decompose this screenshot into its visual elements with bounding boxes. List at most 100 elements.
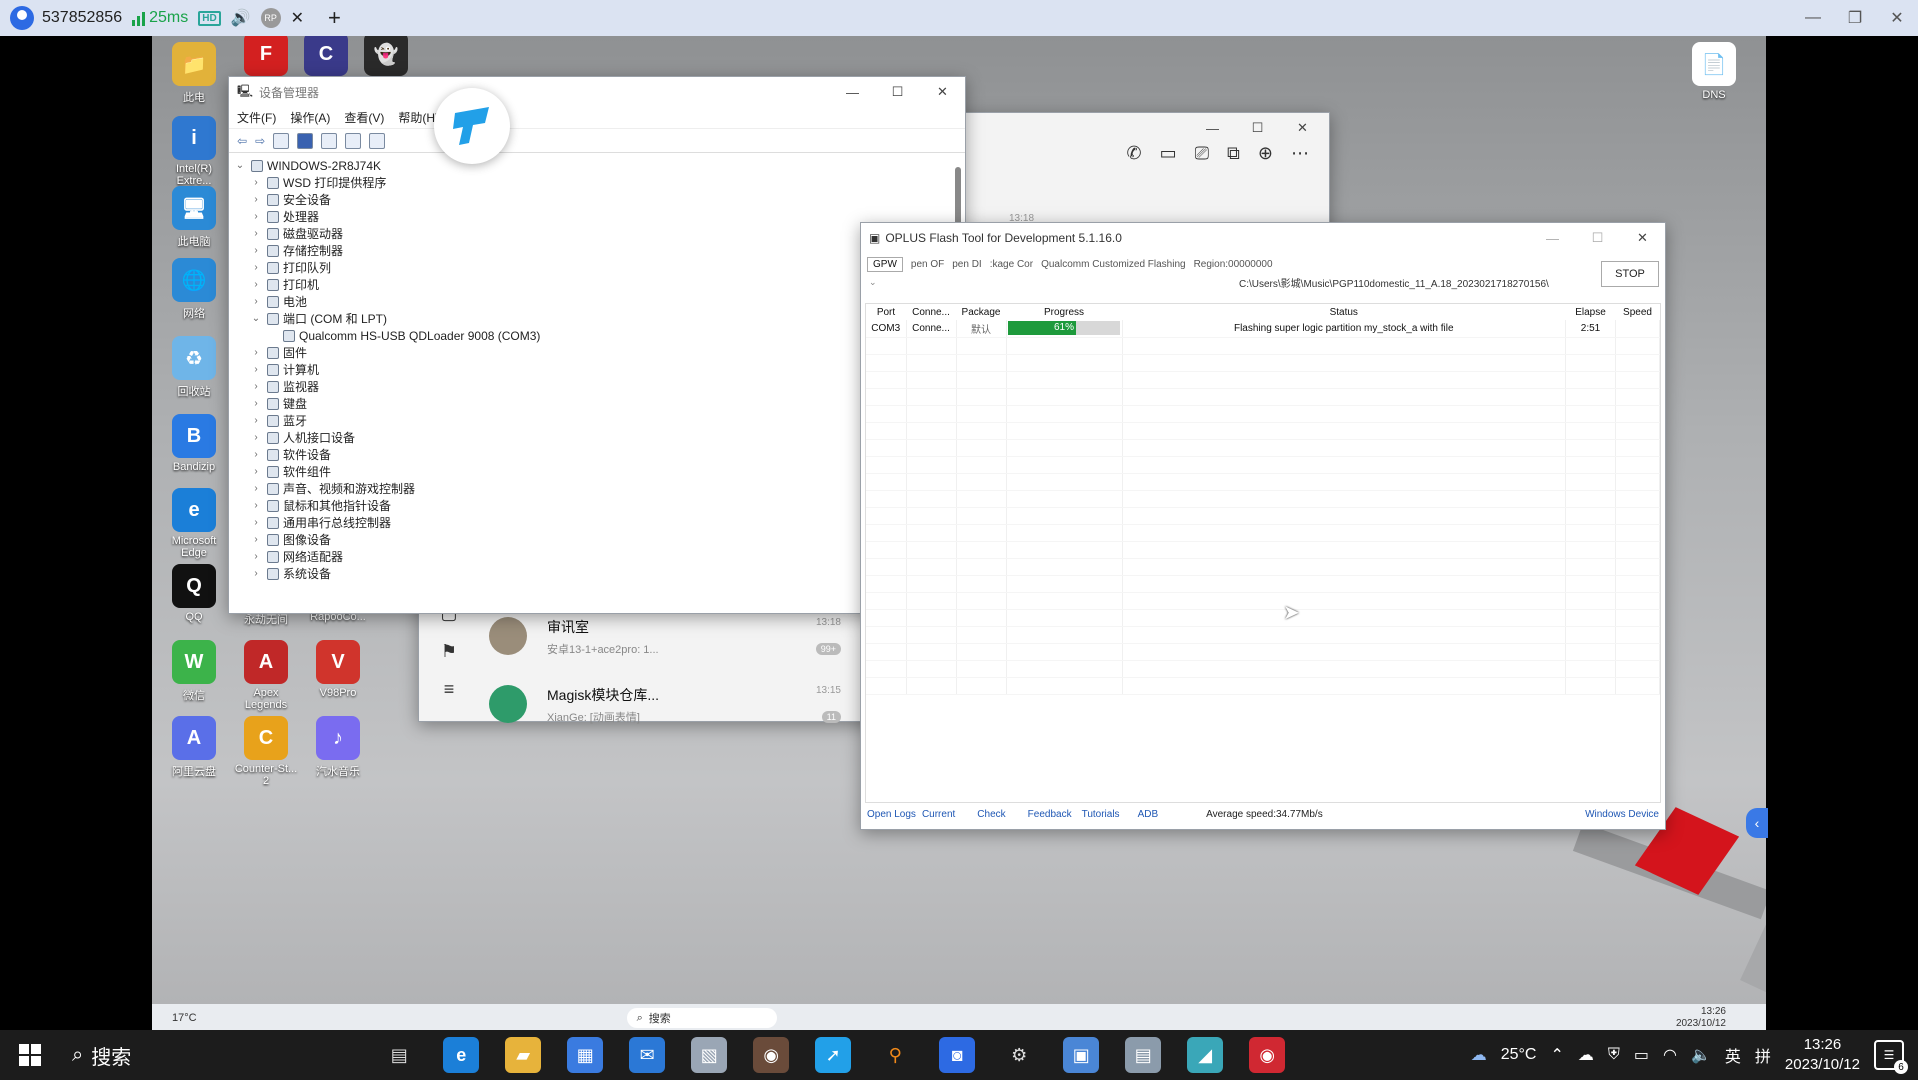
update-driver-icon[interactable] <box>345 132 362 149</box>
chevron-right-icon[interactable]: › <box>249 398 263 409</box>
floating-app-icon[interactable] <box>434 88 510 164</box>
tree-item[interactable]: › 软件组件 <box>233 463 949 480</box>
chevron-right-icon[interactable]: › <box>249 177 263 188</box>
side-collapse-tab[interactable]: ‹ <box>1746 808 1768 838</box>
check-link[interactable]: Check <box>977 809 1005 825</box>
col-speed[interactable]: Speed <box>1616 304 1660 320</box>
add-tab-button[interactable]: + <box>328 5 341 31</box>
table-row[interactable] <box>866 456 1660 474</box>
table-row[interactable] <box>866 490 1660 508</box>
weather-icon[interactable]: ☁ <box>1471 1045 1487 1065</box>
tree-item[interactable]: › 键盘 <box>233 395 949 412</box>
remote-weather[interactable]: 17°C <box>172 1012 197 1024</box>
phone-icon[interactable]: ✆ <box>1127 143 1142 164</box>
audio-toggle[interactable]: 🔊 <box>231 8 251 28</box>
feedback-link[interactable]: Feedback <box>1028 809 1072 825</box>
start-button[interactable] <box>0 1030 60 1080</box>
tree-root[interactable]: ⌄ WINDOWS-2R8J74K <box>233 157 949 174</box>
restore-button[interactable]: ❐ <box>1834 0 1876 36</box>
table-row[interactable] <box>866 626 1660 644</box>
table-row[interactable] <box>866 558 1660 576</box>
table-row[interactable] <box>866 473 1660 491</box>
close-session-button[interactable]: ✕ <box>291 8 304 28</box>
tree-item[interactable]: › 存储控制器 <box>233 242 949 259</box>
desktop-icon[interactable]: 📄 DNS <box>1680 42 1748 101</box>
screen-share-icon[interactable]: ⎚ <box>1195 143 1209 164</box>
rp-button[interactable]: RP <box>260 8 281 28</box>
chevron-right-icon[interactable]: › <box>249 262 263 273</box>
app-icon[interactable]: ◉ <box>753 1037 790 1073</box>
battery-icon[interactable]: ▭ <box>1634 1045 1649 1065</box>
volume-icon[interactable]: 🔈 <box>1691 1045 1711 1065</box>
chevron-right-icon[interactable]: › <box>249 296 263 307</box>
chevron-right-icon[interactable]: › <box>249 500 263 511</box>
tutorials-link[interactable]: Tutorials <box>1082 809 1120 825</box>
tree-item[interactable]: › 打印队列 <box>233 259 949 276</box>
desktop-icon[interactable]: A 阿里云盘 <box>160 716 228 779</box>
video-icon[interactable]: ▭ <box>1160 143 1177 164</box>
help-icon[interactable] <box>297 132 314 149</box>
back-icon[interactable]: ⇦ <box>237 134 247 148</box>
table-row[interactable] <box>866 524 1660 542</box>
properties-icon[interactable] <box>273 132 290 149</box>
desktop-icon[interactable]: ♪ 汽水音乐 <box>304 716 372 779</box>
table-row[interactable] <box>866 405 1660 423</box>
tree-item[interactable]: › 网络适配器 <box>233 548 949 565</box>
chevron-right-icon[interactable]: › <box>249 449 263 460</box>
desktop-icon[interactable]: 🖥 此电脑 <box>160 186 228 249</box>
table-row[interactable] <box>866 643 1660 661</box>
dropdown-chevron-icon[interactable]: ⌄ <box>869 277 877 288</box>
maximize-button[interactable]: ☐ <box>875 77 920 107</box>
security-icon[interactable]: ⛨ <box>1608 1046 1620 1064</box>
chevron-right-icon[interactable]: › <box>249 211 263 222</box>
hd-toggle[interactable]: HD <box>198 10 221 26</box>
tree-item[interactable]: › 声音、视频和游戏控制器 <box>233 480 949 497</box>
table-row[interactable] <box>866 575 1660 593</box>
tree-item[interactable]: › 鼠标和其他指针设备 <box>233 497 949 514</box>
tree-item[interactable]: › 通用串行总线控制器 <box>233 514 949 531</box>
tree-item[interactable]: › WSD 打印提供程序 <box>233 174 949 191</box>
clock[interactable]: 13:26 2023/10/12 <box>1785 1035 1860 1075</box>
forward-icon[interactable]: ⇨ <box>255 134 265 148</box>
table-row[interactable] <box>866 660 1660 678</box>
tree-item[interactable]: › 处理器 <box>233 208 949 225</box>
tree-item[interactable]: ⌄ 端口 (COM 和 LPT) <box>233 310 949 327</box>
desktop-icon[interactable]: C Counter-St... 2 <box>232 716 300 787</box>
tree-item[interactable]: › 磁盘驱动器 <box>233 225 949 242</box>
onedrive-icon[interactable]: ☁ <box>1578 1045 1594 1065</box>
chat-list-item[interactable]: Magisk模块仓库... XianGe: [动画表情] 13:15 11 <box>419 671 859 739</box>
windows-device-link[interactable]: Windows Device <box>1585 809 1659 825</box>
table-row[interactable] <box>866 422 1660 440</box>
chevron-right-icon[interactable]: › <box>249 364 263 375</box>
menu-view[interactable]: 查看(V) <box>344 109 384 126</box>
remote-desktop-icon[interactable]: ▣ <box>1063 1037 1100 1073</box>
tab-gpw[interactable]: GPW <box>867 256 903 272</box>
close-button[interactable]: ✕ <box>1620 223 1665 253</box>
chevron-right-icon[interactable]: › <box>249 534 263 545</box>
session-id[interactable]: 537852856 <box>10 6 122 30</box>
table-row[interactable] <box>866 609 1660 627</box>
settings-icon[interactable]: ⚙ <box>1001 1037 1037 1073</box>
wifi-icon[interactable]: ◠ <box>1663 1045 1677 1065</box>
store-icon[interactable]: ▦ <box>567 1037 604 1073</box>
menu-action[interactable]: 操作(A) <box>290 109 330 126</box>
table-row[interactable] <box>866 507 1660 525</box>
recorder-icon[interactable]: ◉ <box>1249 1037 1286 1073</box>
col-elapse[interactable]: Elapse <box>1566 304 1616 320</box>
desktop-icon[interactable]: Q QQ <box>160 564 228 623</box>
taskbar-search[interactable]: ⌕ 搜索 <box>72 1041 131 1070</box>
col-status[interactable]: Status <box>1122 304 1566 320</box>
chevron-right-icon[interactable]: › <box>249 194 263 205</box>
file-explorer-icon[interactable]: ▰ <box>505 1037 542 1073</box>
mail-icon[interactable]: ✉ <box>629 1037 666 1073</box>
minimize-button[interactable]: — <box>1530 223 1575 253</box>
adb-link[interactable]: ADB <box>1138 809 1159 825</box>
table-row[interactable] <box>866 541 1660 559</box>
chevron-right-icon[interactable]: › <box>249 228 263 239</box>
chevron-right-icon[interactable]: › <box>249 381 263 392</box>
desktop-icon[interactable]: 🌐 网络 <box>160 258 228 321</box>
tree-item[interactable]: Qualcomm HS-USB QDLoader 9008 (COM3) <box>233 327 949 344</box>
chevron-right-icon[interactable]: › <box>249 432 263 443</box>
task-view-icon[interactable]: ▤ <box>381 1037 417 1073</box>
desktop-icon[interactable]: C <box>292 36 360 79</box>
